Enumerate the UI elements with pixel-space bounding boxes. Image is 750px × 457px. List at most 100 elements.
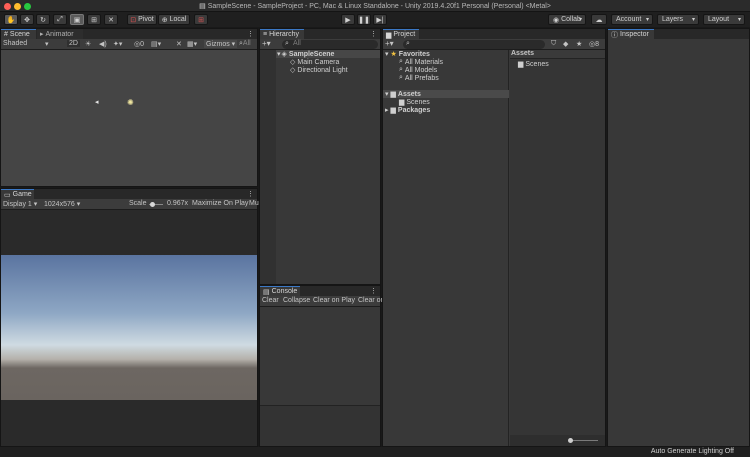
star-icon: ★ [390,51,397,58]
effects-dropdown-icon[interactable]: ✦▾ [113,40,122,48]
favorite-all-models[interactable]: ⌕ All Models [399,66,437,74]
hierarchy-item-main-camera[interactable]: ◇ Main Camera [290,58,339,67]
game-panel: ▭ Game ⋮ Display 1 ▾ 1024x576 ▾ Scale 0.9… [0,188,259,447]
lighting-toggle-icon[interactable]: ☀ [85,40,91,48]
scale-label: Scale [129,200,147,207]
project-folder-tree: ▾ ★ Favorites ⌕ All Materials ⌕ All Models… [383,50,509,446]
hierarchy-icon: ≡ [263,31,268,38]
console-log-list[interactable] [260,307,380,405]
search-by-label-icon[interactable]: ◆ [563,40,568,48]
favorite-all-prefabs[interactable]: ⌕ All Prefabs [399,74,439,82]
tab-inspector[interactable]: ⓘ Inspector [608,29,654,39]
plus-icon: + [385,39,390,48]
tab-game[interactable]: ▭ Game [1,189,34,199]
resolution-dropdown[interactable]: 1024x576 ▾ [44,200,80,208]
favorite-all-materials[interactable]: ⌕ All Materials [399,58,443,66]
rect-tool-button[interactable]: ▣ [70,14,84,25]
rect-icon: ▣ [73,16,81,24]
favorites-row[interactable]: ▾ ★ Favorites [385,50,430,59]
gizmos-dropdown[interactable]: Gizmos ▾ [204,40,238,48]
layout-dropdown[interactable]: Layout [703,14,745,25]
account-dropdown[interactable]: Account [611,14,653,25]
hierarchy-panel: ≡ Hierarchy ⋮ +▾ ⌕ All ▾ ◈ SampleScene ◇ M… [259,28,381,285]
pivot-toggle[interactable]: ⊡ Pivot [127,14,157,25]
console-clear-button[interactable]: Clear [262,297,279,304]
game-panel-menu-icon[interactable]: ⋮ [247,190,254,198]
shading-mode-dropdown[interactable]: Shaded [3,40,27,47]
rotate-icon: ↻ [40,16,46,24]
light-gizmo-icon[interactable]: ✺ [127,98,134,107]
scene-panel: # Scene ▸ Animator ⋮ Shaded ▾ 2D ☀ ◀) ✦▾ ◎… [0,28,258,187]
tools-icon: ✕ [108,16,114,24]
project-asset-grid: ▆ Scenes [510,59,605,435]
tab-animator[interactable]: ▸ Animator [37,29,83,39]
tab-hierarchy[interactable]: ≡ Hierarchy [260,29,304,39]
scene-panel-menu-icon[interactable]: ⋮ [247,30,254,38]
play-button[interactable]: ▶ [341,14,355,25]
assets-folder-row[interactable]: ▾ ▆ Assets [383,90,509,98]
hidden-packages-toggle[interactable]: ◎8 [589,40,599,48]
layers-dropdown[interactable]: Layers [657,14,699,25]
icon-size-slider[interactable] [570,440,598,441]
project-panel: ▆ Project +▾ ⌕ ⛉ ◆ ★ ◎8 ▾ ★ Favorites ⌕ Al… [382,28,606,447]
camera-settings-icon[interactable]: ▤▾ [151,40,161,48]
hierarchy-search-input[interactable]: ⌕ All [282,40,378,49]
rotate-tool-button[interactable]: ↻ [36,14,50,25]
tab-project[interactable]: ▆ Project [383,29,419,39]
scenes-folder-row[interactable]: ▆ Scenes [399,98,430,107]
project-toolbar: +▾ ⌕ ⛉ ◆ ★ ◎8 [383,39,605,50]
unity-doc-icon: ▤ [199,3,208,10]
console-collapse-button[interactable]: Collapse [283,297,310,304]
create-dropdown[interactable]: +▾ [262,39,271,48]
hierarchy-item-directional-light[interactable]: ◇ Directional Light [290,66,348,75]
mute-audio-toggle[interactable]: Mu [249,200,259,207]
info-icon: ⓘ [611,31,618,39]
tab-scene[interactable]: # Scene [1,29,36,39]
icon-size-slider-thumb[interactable] [568,438,573,443]
hand-tool-button[interactable]: ✋ [4,14,18,25]
draw-mode-icon[interactable]: ▦▾ [187,40,197,48]
hierarchy-gutter [260,50,276,284]
hierarchy-menu-icon[interactable]: ⋮ [370,30,377,38]
step-button[interactable]: ▶| [373,14,387,25]
expand-arrow-icon: ▾ [277,51,281,58]
scene-viewport[interactable]: ◂ ✺ [1,50,257,186]
move-tool-button[interactable]: ✥ [20,14,34,25]
collab-dropdown[interactable]: ◉ Collab [548,14,586,25]
display-dropdown[interactable]: Display 1 ▾ [3,200,37,208]
grid-snap-button[interactable]: ⊞ [194,14,208,25]
hierarchy-tree: ▾ ◈ SampleScene ◇ Main Camera ◇ Directiona… [260,50,380,284]
maximize-on-play-toggle[interactable]: Maximize On Play [192,200,248,207]
hidden-objects-toggle[interactable]: ◎0 [134,40,144,48]
search-by-type-icon[interactable]: ⛉ [551,40,556,48]
transform-tool-button[interactable]: ⊞ [87,14,101,25]
expand-arrow-icon: ▾ [385,51,389,58]
packages-folder-row[interactable]: ▸ ▆ Packages [385,106,430,115]
game-viewport[interactable] [1,210,257,446]
project-search-input[interactable]: ⌕ [403,40,545,49]
favorite-star-icon[interactable]: ★ [576,40,582,48]
scale-tool-button[interactable]: ⤢ [53,14,67,25]
pause-button[interactable]: ❚❚ [357,14,371,25]
scene-row[interactable]: ▾ ◈ SampleScene [276,50,380,58]
console-toolbar: Clear Collapse Clear on Play Clear or [260,296,383,307]
audio-toggle-icon[interactable]: ◀) [99,40,107,48]
project-create-dropdown[interactable]: +▾ [385,39,394,48]
console-clear-on-play-button[interactable]: Clear on Play [313,297,355,304]
console-clear-on-build-button[interactable]: Clear or [358,297,383,304]
console-menu-icon[interactable]: ⋮ [370,287,377,295]
unity-scene-icon: ◈ [281,51,287,58]
mode-2d-toggle[interactable]: 2D [67,40,80,47]
tools-overlay-icon[interactable]: ✕ [176,40,182,48]
cloud-button[interactable]: ☁ [591,14,607,25]
scale-slider-thumb[interactable] [150,202,155,207]
local-toggle[interactable]: ⊕ Local [158,14,190,25]
window-title: ▤ SampleScene - SampleProject - PC, Mac … [199,3,551,10]
tab-console[interactable]: ▤ Console [260,286,300,296]
search-icon: ⌕ [285,40,289,47]
scene-search-field[interactable]: ⌕All [239,40,251,48]
asset-item-scenes[interactable]: ▆ Scenes [518,60,549,69]
camera-gizmo-icon[interactable]: ◂ [95,98,99,106]
lighting-status[interactable]: Auto Generate Lighting Off [651,448,734,455]
custom-tool-button[interactable]: ✕ [104,14,118,25]
